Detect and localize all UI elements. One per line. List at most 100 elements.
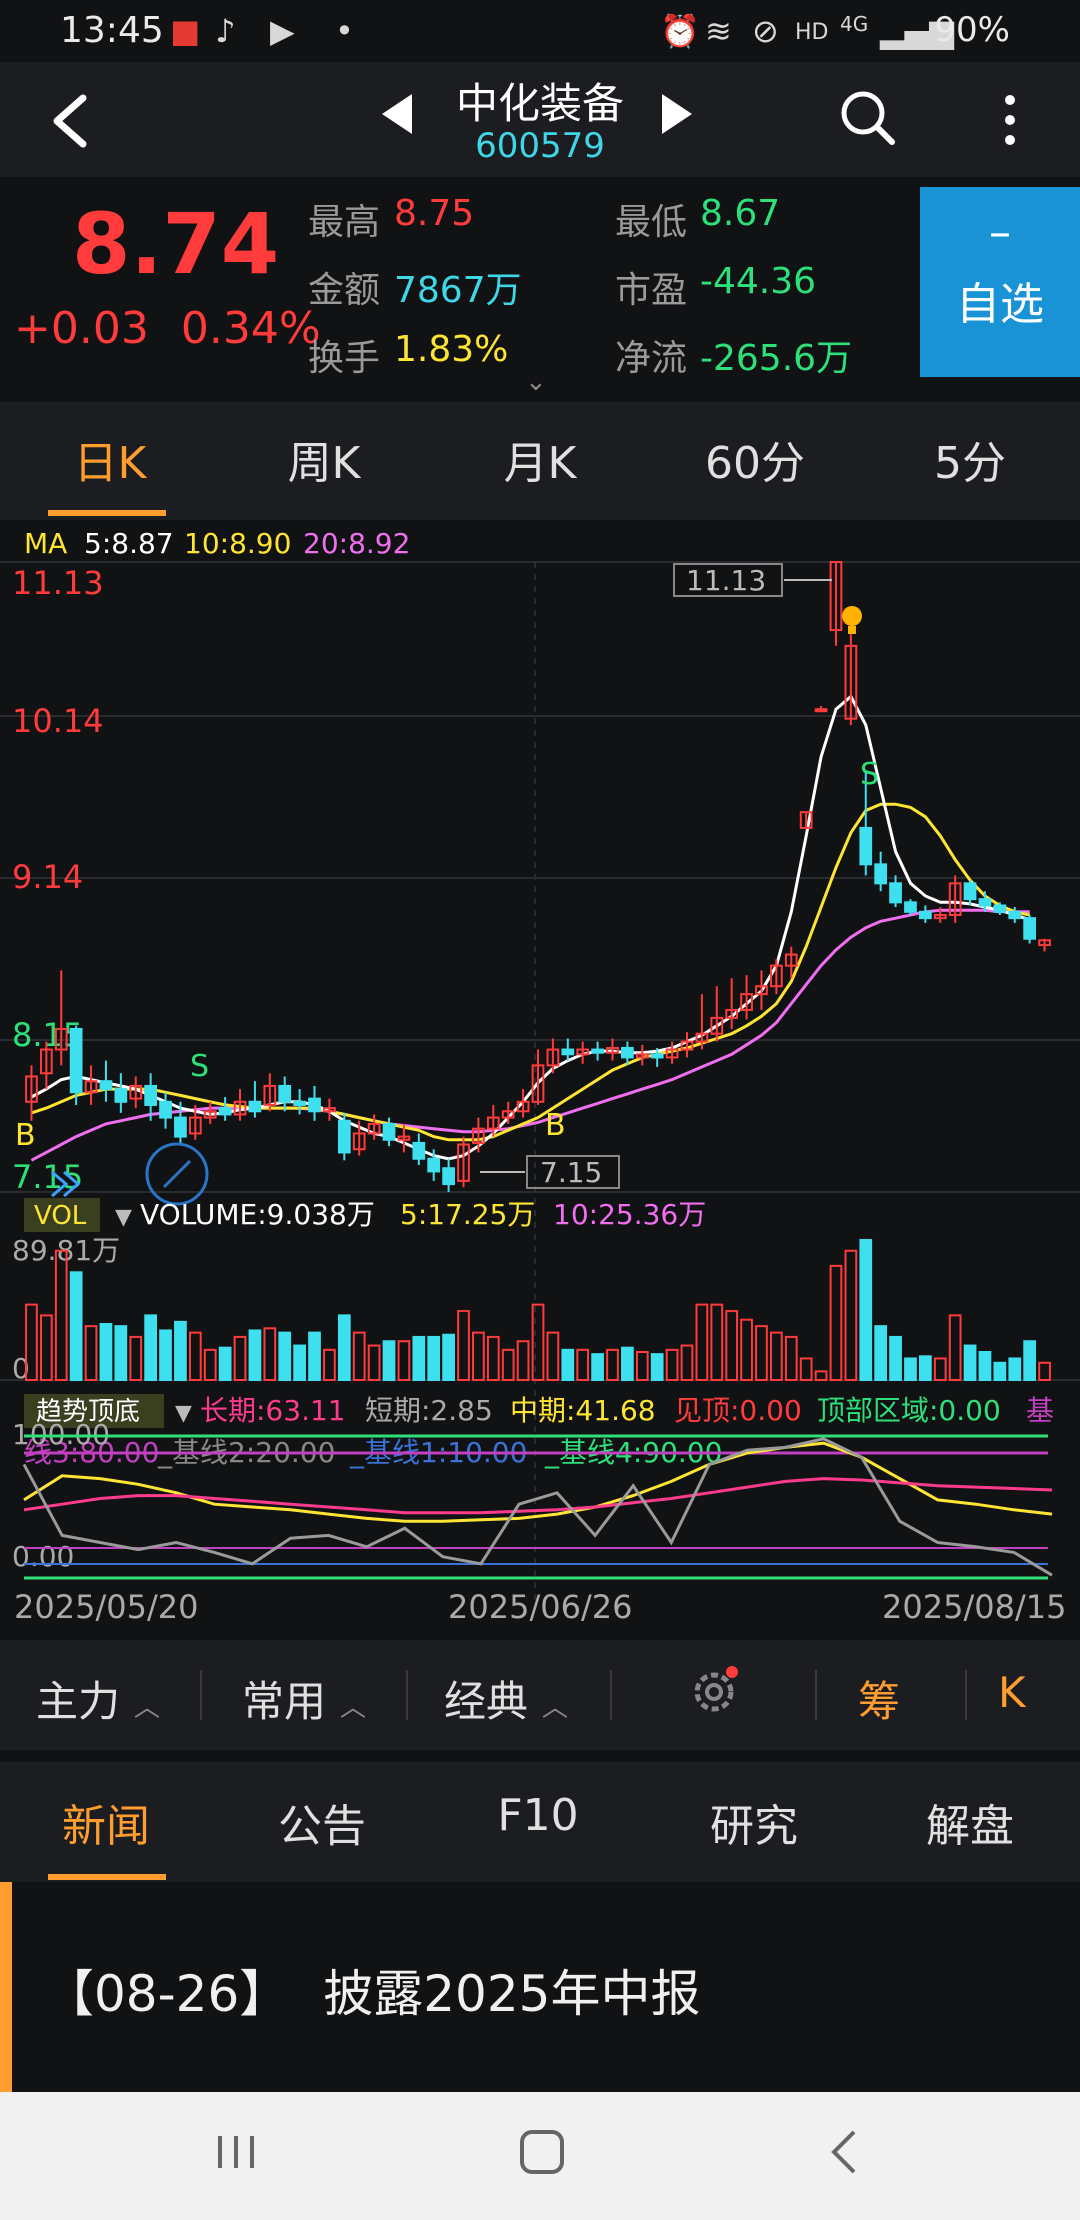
back-button[interactable]	[45, 86, 105, 156]
volume-bar	[1023, 1340, 1037, 1382]
home-button[interactable]	[514, 2122, 570, 2194]
search-icon	[841, 91, 895, 145]
watchlist-minus-icon: –	[989, 207, 1011, 258]
kline-chart[interactable]: MA 5:8.87 10:8.90 20:8.92 11.13 10.14 9.…	[0, 520, 1080, 1640]
recent-apps-button[interactable]	[212, 2122, 262, 2194]
candle-body	[889, 882, 902, 904]
candle-body	[859, 826, 873, 866]
candle-body	[337, 1119, 351, 1154]
ind-dropdown-icon[interactable]: ▼	[175, 1401, 192, 1426]
back-nav-icon	[831, 2130, 856, 2174]
volume-bar	[39, 1314, 53, 1382]
triangle-left-icon	[382, 94, 412, 134]
header: 中化装备 600579	[0, 62, 1080, 177]
back-nav-button[interactable]	[820, 2122, 870, 2194]
dnd-icon: ⊘	[752, 12, 779, 50]
ma20-legend: 20:8.92	[303, 527, 410, 560]
tab-daily-k[interactable]: 日K	[30, 427, 190, 491]
volume-bar	[382, 1340, 396, 1382]
more-button[interactable]	[990, 90, 1030, 150]
status-time: 13:45	[60, 10, 164, 51]
prev-stock-button[interactable]	[380, 92, 414, 146]
tab-5min[interactable]: 5分	[890, 427, 1050, 491]
ind-short: 短期:2.85	[365, 1394, 493, 1427]
tab-research[interactable]: 研究	[664, 1790, 844, 1854]
indicator-toolbar: 主力 ︿ 常用 ︿ 经典 ︿ 筹 K	[0, 1640, 1080, 1750]
volume-bar	[859, 1239, 873, 1381]
volume-bar	[770, 1331, 783, 1381]
tab-monthly-k[interactable]: 月K	[460, 427, 620, 491]
kline-chart-area[interactable]: MA 5:8.87 10:8.90 20:8.92 11.13 10.14 9.…	[0, 520, 1080, 1640]
candle-body	[174, 1116, 187, 1138]
volume-bar	[963, 1344, 977, 1381]
next-stock-button[interactable]	[660, 92, 694, 146]
volume-bar	[54, 1249, 68, 1381]
volume-bar	[293, 1344, 306, 1381]
chip-distribution-button[interactable]: 筹	[858, 1668, 900, 1729]
k-button[interactable]: K	[998, 1668, 1026, 1717]
volume-bar	[710, 1303, 724, 1381]
volume-bar	[188, 1331, 202, 1381]
tab-analysis[interactable]: 解盘	[880, 1790, 1060, 1854]
tab-f10[interactable]: F10	[448, 1790, 628, 1841]
volume-bar	[248, 1329, 262, 1382]
price-tick-1: 11.13	[12, 564, 104, 602]
expand-chevron-icon[interactable]: ⌄	[525, 367, 547, 397]
recent-apps-icon	[218, 2136, 254, 2168]
candle-body	[904, 901, 917, 913]
volume-bar	[904, 1357, 917, 1382]
volume-bar	[621, 1346, 634, 1382]
volume-bar	[427, 1335, 441, 1382]
volume-bar	[799, 1357, 813, 1382]
ind-mid: 中期:41.68	[510, 1394, 656, 1427]
tab-weekly-k[interactable]: 周K	[244, 427, 404, 491]
volume-bar	[725, 1310, 739, 1381]
volume-bar	[591, 1353, 604, 1382]
volume-bar	[546, 1331, 560, 1381]
buy-signal-1: B	[15, 1118, 36, 1153]
stock-code: 600579	[475, 126, 605, 166]
volume-bar	[337, 1314, 351, 1382]
volume-bar	[263, 1327, 277, 1381]
volume-bar	[606, 1348, 619, 1381]
settings-button[interactable]	[686, 1664, 742, 1730]
tool-classic[interactable]: 经典 ︿	[444, 1668, 568, 1729]
volume-bar	[933, 1357, 947, 1382]
volume-bar	[174, 1320, 187, 1381]
watchlist-label: 自选	[956, 279, 1044, 330]
tab-news[interactable]: 新闻	[16, 1790, 196, 1854]
search-button[interactable]	[838, 88, 898, 148]
ind-long-line	[23, 1477, 1053, 1515]
volume-bar	[740, 1318, 753, 1382]
tab-announcements[interactable]: 公告	[232, 1790, 412, 1854]
candle-body	[114, 1088, 128, 1103]
divider	[965, 1670, 967, 1720]
candle-body	[382, 1122, 396, 1141]
hd-icon: HD	[795, 20, 829, 45]
price-tick-3: 9.14	[12, 858, 83, 896]
candle-body	[1008, 910, 1022, 920]
ind-long: 长期:63.11	[200, 1394, 346, 1427]
news-headline: 披露2025年中报	[323, 1965, 701, 2023]
volume-bar	[650, 1353, 664, 1382]
low-marker: 7.15	[540, 1156, 602, 1189]
tab-60min[interactable]: 60分	[675, 427, 835, 491]
volume-bar	[501, 1348, 515, 1381]
watchlist-button[interactable]: – 自选	[920, 187, 1080, 377]
vol-tag[interactable]: VOL	[34, 1201, 87, 1231]
price-change: +0.03 0.34%	[14, 303, 321, 354]
tiktok-icon: ♪	[215, 12, 236, 50]
fullscreen-icon[interactable]	[145, 1142, 209, 1206]
volume-bar	[278, 1331, 292, 1381]
volume-bar	[457, 1310, 470, 1381]
tab-active-indicator	[48, 510, 166, 516]
divider	[200, 1670, 202, 1720]
news-item[interactable]: 【08-26】 披露2025年中报	[0, 1882, 1080, 2092]
candle-body	[993, 904, 1007, 913]
volume-bar	[352, 1331, 366, 1381]
vol-dropdown-icon[interactable]: ▼	[115, 1205, 132, 1230]
date-mid: 2025/06/26	[448, 1588, 632, 1626]
tool-common[interactable]: 常用 ︿	[242, 1668, 366, 1729]
volume-bar	[233, 1335, 247, 1382]
tool-main-force[interactable]: 主力 ︿	[36, 1668, 160, 1729]
